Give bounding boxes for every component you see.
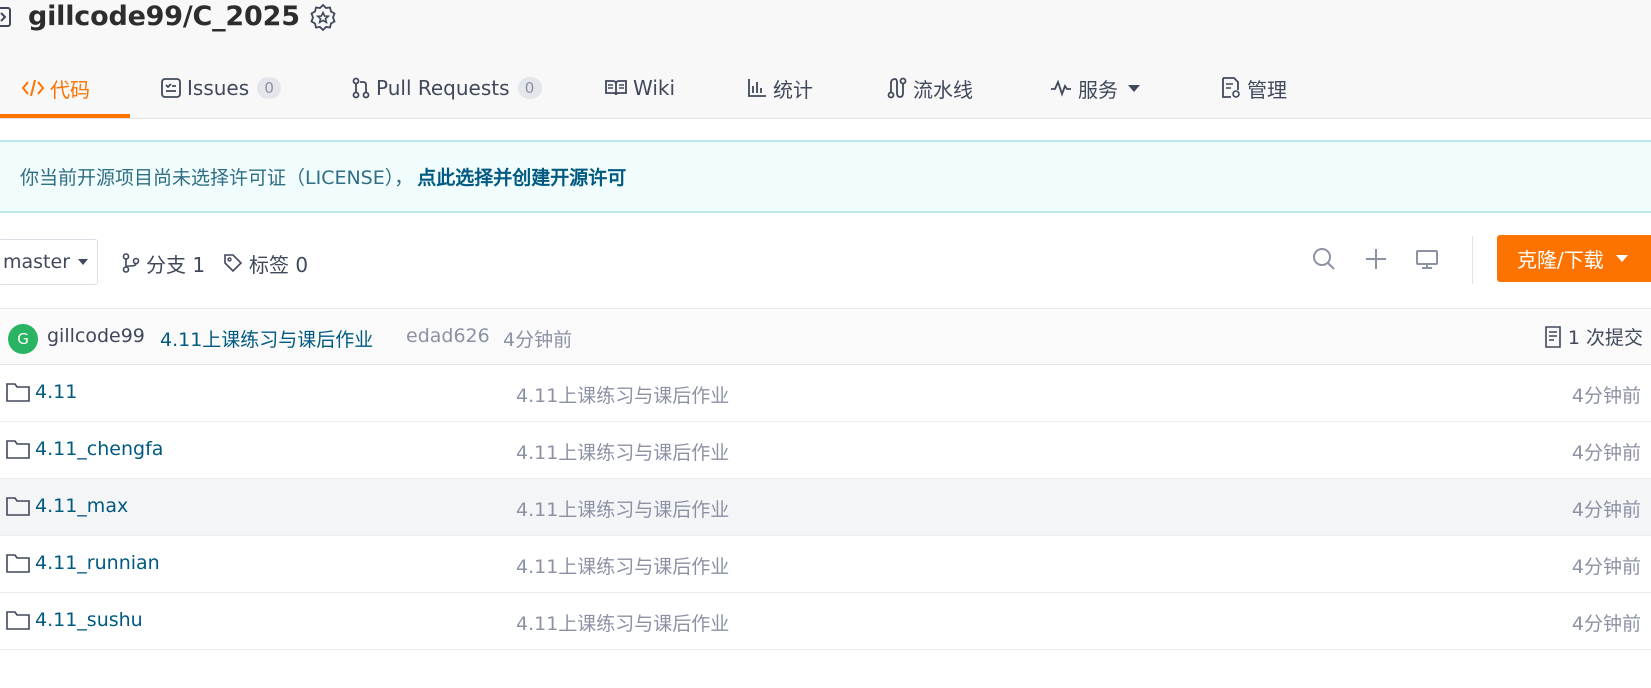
tags-link[interactable]: 标签 0 [223, 248, 308, 278]
bar-chart-icon [747, 78, 767, 98]
file-name[interactable]: 4.11_max [35, 495, 128, 517]
file-row[interactable]: 4.11_max 4.11上课练习与课后作业 4分钟前 [0, 479, 1651, 536]
issues-icon [161, 78, 181, 98]
commit-count-label: 1 次提交 [1567, 327, 1643, 349]
active-tab-indicator [0, 114, 130, 118]
repo-icon [0, 7, 11, 27]
folder-icon [6, 611, 30, 630]
tab-services[interactable]: 服务 [1050, 71, 1140, 105]
tab-manage[interactable]: 管理 [1221, 71, 1287, 105]
create-license-link[interactable]: 点此选择并创建开源许可 [417, 163, 626, 190]
issues-count-badge: 0 [257, 77, 282, 99]
clone-download-button[interactable]: 克隆/下载 [1497, 235, 1651, 282]
tab-statistics[interactable]: 统计 [747, 71, 813, 105]
tab-label: 代码 [50, 77, 90, 102]
file-row[interactable]: 4.11 4.11上课练习与课后作业 4分钟前 [0, 365, 1651, 422]
tags-label: 标签 0 [249, 252, 309, 277]
file-commit-message[interactable]: 4.11上课练习与课后作业 [516, 552, 729, 579]
toolbar-divider [1472, 236, 1473, 284]
commit-author[interactable]: gillcode99 [47, 325, 145, 347]
book-icon [605, 79, 627, 97]
tab-label: 统计 [773, 77, 813, 102]
file-time: 4分钟前 [1571, 613, 1641, 635]
tab-label: Pull Requests [376, 76, 510, 100]
tab-label: Issues [187, 76, 250, 100]
chevron-down-icon [1128, 84, 1140, 92]
chevron-down-icon [78, 259, 89, 265]
file-time: 4分钟前 [1571, 556, 1641, 578]
tab-pull-requests[interactable]: Pull Requests 0 [352, 71, 542, 105]
folder-icon [6, 440, 30, 459]
award-badge-icon[interactable] [308, 3, 338, 33]
commit-history-icon [1544, 325, 1562, 348]
file-name[interactable]: 4.11_runnian [35, 552, 160, 574]
last-commit-bar: G gillcode99 4.11上课练习与课后作业 edad626 4分钟前 … [0, 308, 1651, 365]
tab-label: 管理 [1247, 77, 1287, 102]
file-time: 4分钟前 [1571, 442, 1641, 464]
commit-time: 4分钟前 [503, 329, 573, 351]
tab-label: Wiki [633, 76, 676, 100]
file-commit-message[interactable]: 4.11上课练习与课后作业 [516, 609, 729, 636]
branch-name: master [3, 251, 71, 273]
search-icon[interactable] [1311, 246, 1337, 272]
tab-pipeline[interactable]: 流水线 [887, 71, 973, 105]
license-notice-text: 你当前开源项目尚未选择许可证（LICENSE）， [20, 167, 414, 189]
pull-requests-count-badge: 0 [517, 77, 542, 99]
commit-hash[interactable]: edad626 [406, 325, 490, 347]
branches-link[interactable]: 分支 1 [122, 248, 205, 278]
folder-icon [6, 497, 30, 516]
file-row[interactable]: 4.11_sushu 4.11上课练习与课后作业 4分钟前 [0, 593, 1651, 650]
license-notice-banner: 你当前开源项目尚未选择许可证（LICENSE）， 点此选择并创建开源许可 [0, 140, 1651, 213]
tab-wiki[interactable]: Wiki [605, 71, 675, 105]
web-ide-icon[interactable] [1414, 246, 1440, 272]
tab-label: 服务 [1078, 77, 1118, 102]
file-name[interactable]: 4.11_sushu [35, 609, 143, 631]
file-commit-message[interactable]: 4.11上课练习与课后作业 [516, 381, 729, 408]
folder-icon [6, 383, 30, 402]
file-time: 4分钟前 [1571, 385, 1641, 407]
branch-select[interactable]: master [0, 239, 98, 285]
file-name[interactable]: 4.11 [35, 381, 77, 403]
folder-icon [6, 554, 30, 573]
file-time: 4分钟前 [1571, 499, 1641, 521]
repo-title[interactable]: gillcode99/C_2025 [28, 0, 300, 36]
chevron-down-icon [1615, 255, 1628, 262]
tab-label: 流水线 [913, 77, 973, 102]
file-row[interactable]: 4.11_runnian 4.11上课练习与课后作业 4分钟前 [0, 536, 1651, 593]
avatar[interactable]: G [8, 324, 38, 354]
branch-icon [122, 253, 140, 273]
file-name[interactable]: 4.11_chengfa [35, 438, 163, 460]
clone-label: 克隆/下载 [1517, 248, 1604, 272]
activity-icon [1050, 79, 1072, 97]
commit-count-link[interactable]: 1 次提交 [1544, 323, 1643, 350]
pipeline-icon [887, 77, 907, 99]
tab-code[interactable]: 代码 [22, 71, 90, 105]
settings-doc-icon [1221, 77, 1241, 99]
add-file-icon[interactable] [1363, 246, 1389, 272]
branches-label: 分支 1 [146, 252, 206, 277]
code-icon [22, 78, 44, 98]
commit-message[interactable]: 4.11上课练习与课后作业 [160, 325, 373, 352]
file-commit-message[interactable]: 4.11上课练习与课后作业 [516, 495, 729, 522]
file-row[interactable]: 4.11_chengfa 4.11上课练习与课后作业 4分钟前 [0, 422, 1651, 479]
tag-icon [223, 253, 243, 273]
pull-request-icon [352, 77, 370, 99]
repo-header: gillcode99/C_2025 代码 Issues 0 Pull Reque… [0, 0, 1651, 119]
tab-issues[interactable]: Issues 0 [161, 71, 282, 105]
file-commit-message[interactable]: 4.11上课练习与课后作业 [516, 438, 729, 465]
